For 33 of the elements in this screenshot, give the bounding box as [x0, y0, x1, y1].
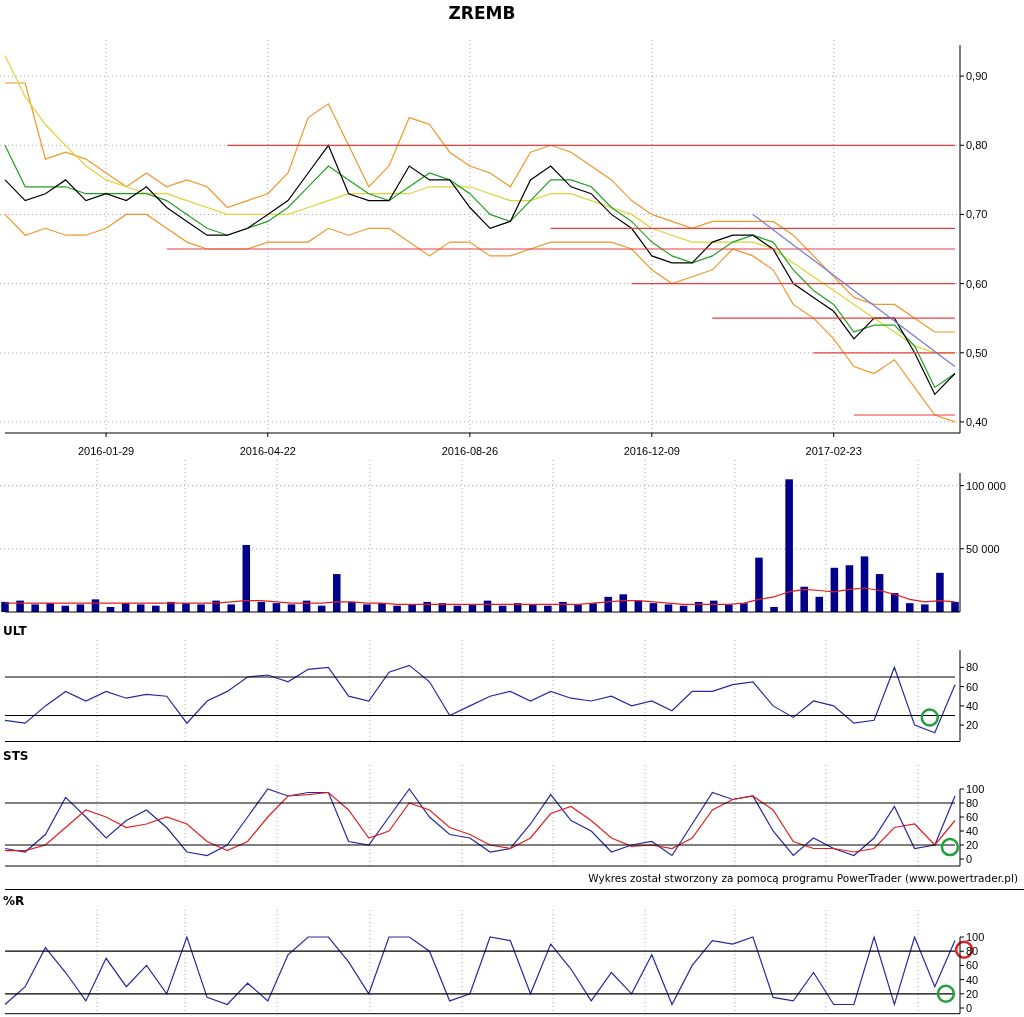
axis-label: 80 [966, 797, 979, 809]
axis-label: 60 [966, 811, 979, 823]
axis-label: 40 [966, 825, 979, 837]
axis-label: 0 [966, 853, 973, 865]
axis-label: 20 [966, 719, 979, 732]
axis-label: 0,40 [966, 415, 988, 428]
axis-label: 0,70 [966, 208, 988, 221]
axis-label: 0,60 [966, 277, 988, 290]
axis-label: 60 [966, 959, 979, 972]
credit-text: Wykres został stworzony za pomocą programu PowerTrader (www.powertrader.pl) [5, 868, 1024, 890]
panel-label: ULT [2, 623, 27, 640]
axis-label: 40 [966, 699, 979, 712]
axis-label: 100 000 [966, 479, 1006, 492]
date-label: 2016-04-22 [239, 445, 296, 457]
date-label: 2016-08-26 [441, 445, 499, 457]
axis-label: 50 000 [966, 542, 1000, 555]
axis-label: 80 [966, 661, 979, 674]
axis-label: 0,80 [966, 139, 988, 152]
panel-label: STS [2, 748, 29, 765]
axis-label: 100 [966, 783, 985, 795]
axis-label: 60 [966, 680, 979, 693]
axis-label: 20 [966, 987, 979, 1000]
axis-label: 0 [966, 1002, 973, 1014]
axis-label: 0,50 [966, 346, 988, 359]
axis-label: 0,90 [966, 70, 988, 83]
panel-label: %R [2, 893, 25, 910]
date-label: 2016-12-09 [623, 445, 680, 457]
date-label: 2016-01-29 [77, 445, 135, 457]
chart-title: ZREMB [447, 2, 517, 25]
axis-label: 40 [966, 973, 979, 986]
axis-label: 100 [966, 931, 985, 943]
axis-label: 20 [966, 839, 979, 851]
date-label: 2017-02-23 [805, 445, 862, 457]
